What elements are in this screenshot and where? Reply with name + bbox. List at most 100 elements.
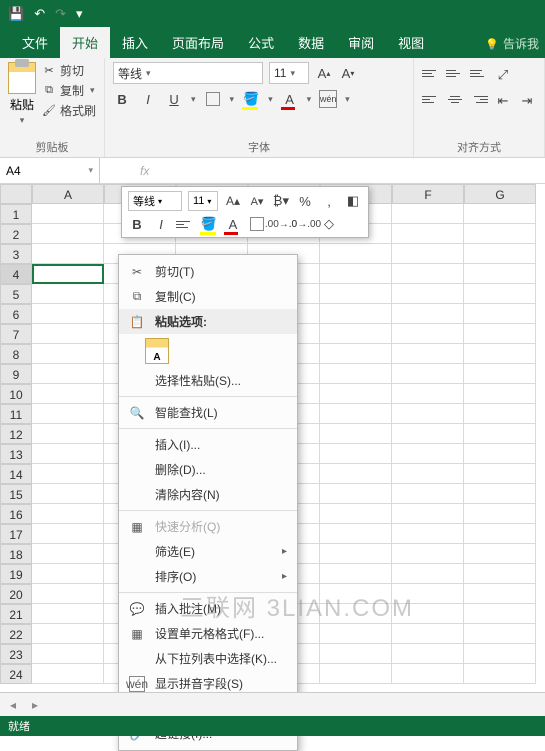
cell[interactable]	[320, 264, 392, 284]
orientation-icon[interactable]: ⤢	[494, 66, 512, 84]
cell[interactable]	[32, 324, 104, 344]
fill-color-button[interactable]: 🪣	[242, 90, 260, 108]
cell[interactable]	[464, 344, 536, 364]
row-header[interactable]: 4	[0, 264, 32, 284]
row-header[interactable]: 2	[0, 224, 32, 244]
copy-button[interactable]: ⧉复制▾	[42, 82, 96, 99]
row-header[interactable]: 18	[0, 544, 32, 564]
cell[interactable]	[32, 264, 104, 284]
cell[interactable]	[464, 424, 536, 444]
cell[interactable]	[464, 564, 536, 584]
cell[interactable]	[464, 444, 536, 464]
cell[interactable]	[32, 544, 104, 564]
row-header[interactable]: 15	[0, 484, 32, 504]
undo-icon[interactable]: ↶	[34, 6, 45, 22]
row-header[interactable]: 16	[0, 504, 32, 524]
ctx-paste-special[interactable]: 选择性粘贴(S)...	[119, 368, 297, 393]
cell[interactable]	[392, 504, 464, 524]
mt-inc-decimal-icon[interactable]: .0→.00	[296, 215, 314, 233]
cell[interactable]	[464, 504, 536, 524]
align-right-icon[interactable]	[470, 92, 488, 106]
mt-format-icon[interactable]: ◧	[344, 192, 362, 210]
row-header[interactable]: 9	[0, 364, 32, 384]
ctx-insert[interactable]: 插入(I)...	[119, 432, 297, 457]
align-center-icon[interactable]	[446, 92, 464, 106]
mt-comma-icon[interactable]: ,	[320, 192, 338, 210]
cell[interactable]	[464, 324, 536, 344]
cell[interactable]	[320, 584, 392, 604]
font-color-button[interactable]: A	[281, 90, 299, 108]
increase-font-icon[interactable]: A▴	[315, 64, 333, 82]
align-middle-icon[interactable]	[446, 66, 464, 80]
ctx-paste-option-keep-text[interactable]: A	[145, 338, 169, 364]
mt-italic-button[interactable]: I	[152, 215, 170, 233]
mt-align-icon[interactable]	[176, 217, 194, 231]
cell[interactable]	[464, 284, 536, 304]
cell[interactable]	[32, 484, 104, 504]
save-icon[interactable]: 💾	[8, 6, 24, 22]
cell[interactable]	[392, 244, 464, 264]
column-header[interactable]: A	[32, 184, 104, 204]
cell[interactable]	[392, 604, 464, 624]
cell[interactable]	[464, 624, 536, 644]
cell[interactable]	[320, 444, 392, 464]
mt-bold-button[interactable]: B	[128, 215, 146, 233]
row-header[interactable]: 7	[0, 324, 32, 344]
column-header[interactable]: G	[464, 184, 536, 204]
cell[interactable]	[32, 344, 104, 364]
cell[interactable]	[464, 584, 536, 604]
mt-percent-icon[interactable]: %	[296, 192, 314, 210]
decrease-font-icon[interactable]: A▾	[339, 64, 357, 82]
cell[interactable]	[464, 304, 536, 324]
cell[interactable]	[392, 624, 464, 644]
mt-fontcolor-icon[interactable]: A	[224, 215, 242, 233]
cell[interactable]	[320, 624, 392, 644]
cell[interactable]	[392, 284, 464, 304]
cell[interactable]	[392, 544, 464, 564]
cell[interactable]	[32, 644, 104, 664]
cell[interactable]	[392, 384, 464, 404]
row-header[interactable]: 12	[0, 424, 32, 444]
cell[interactable]	[464, 244, 536, 264]
cell[interactable]	[392, 564, 464, 584]
cell[interactable]	[464, 484, 536, 504]
row-header[interactable]: 11	[0, 404, 32, 424]
italic-button[interactable]: I	[139, 90, 157, 108]
cell[interactable]	[32, 304, 104, 324]
cell[interactable]	[392, 364, 464, 384]
cell[interactable]	[392, 224, 464, 244]
cell[interactable]	[32, 504, 104, 524]
cell[interactable]	[392, 324, 464, 344]
cell[interactable]	[320, 504, 392, 524]
cell[interactable]	[320, 484, 392, 504]
cell[interactable]	[392, 264, 464, 284]
row-header[interactable]: 14	[0, 464, 32, 484]
cell[interactable]	[320, 524, 392, 544]
mt-dec-font-icon[interactable]: A▾	[248, 192, 266, 210]
cell[interactable]	[392, 424, 464, 444]
cell[interactable]	[392, 524, 464, 544]
ctx-smart-lookup[interactable]: 🔍智能查找(L)	[119, 400, 297, 425]
tab-review[interactable]: 审阅	[336, 27, 386, 58]
cell[interactable]	[320, 404, 392, 424]
cell[interactable]	[32, 464, 104, 484]
ctx-format-cells[interactable]: ▦设置单元格格式(F)...	[119, 621, 297, 646]
column-header[interactable]: F	[392, 184, 464, 204]
row-header[interactable]: 8	[0, 344, 32, 364]
cell[interactable]	[320, 424, 392, 444]
row-header[interactable]: 19	[0, 564, 32, 584]
cell[interactable]	[464, 404, 536, 424]
mt-dec-decimal-icon[interactable]: .00→.0	[272, 215, 290, 233]
cell[interactable]	[32, 284, 104, 304]
row-header[interactable]: 13	[0, 444, 32, 464]
align-left-icon[interactable]	[422, 92, 440, 106]
ctx-dropdown-pick[interactable]: 从下拉列表中选择(K)...	[119, 646, 297, 671]
ctx-sort[interactable]: 排序(O)▸	[119, 564, 297, 589]
cell[interactable]	[392, 204, 464, 224]
cell[interactable]	[392, 464, 464, 484]
row-header[interactable]: 6	[0, 304, 32, 324]
select-all-corner[interactable]	[0, 184, 32, 204]
tell-me[interactable]: 告诉我	[479, 29, 545, 58]
cell[interactable]	[32, 564, 104, 584]
row-header[interactable]: 21	[0, 604, 32, 624]
